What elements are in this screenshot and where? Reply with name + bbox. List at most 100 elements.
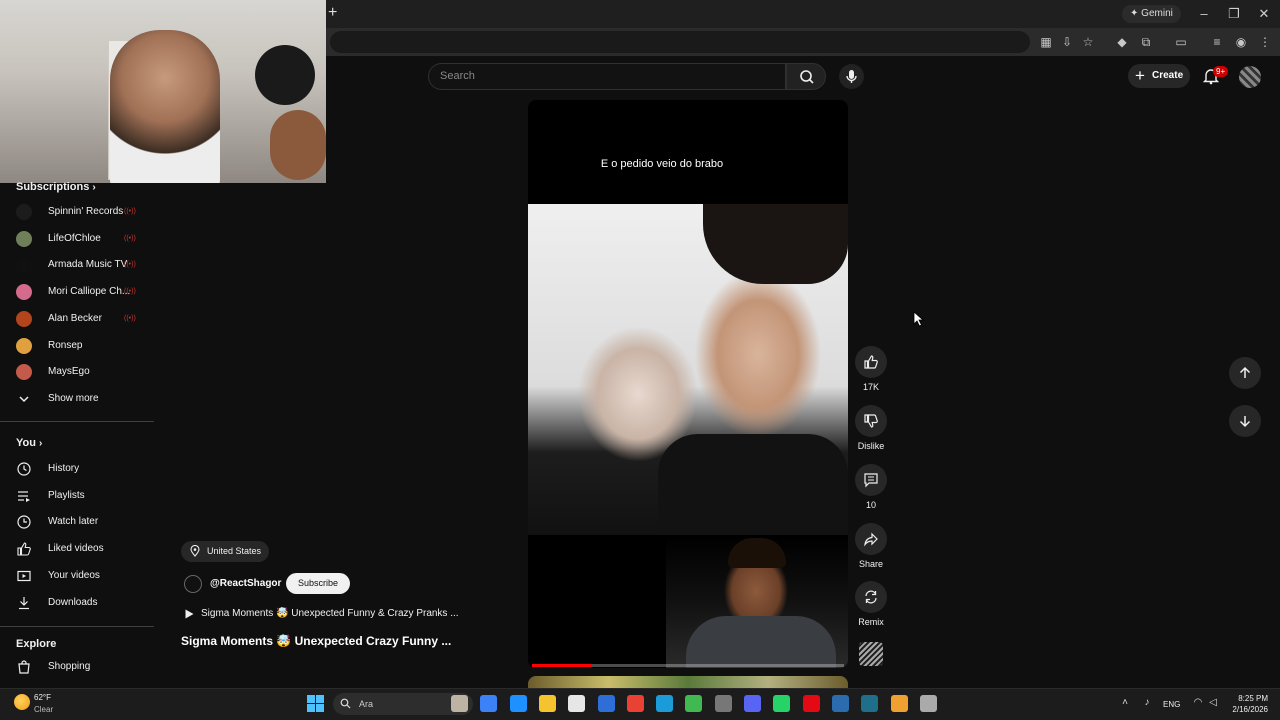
liked-videos-icon (17, 542, 31, 556)
weather-condition: Clear (34, 705, 54, 714)
sidebar-item-playlists[interactable]: Playlists (0, 484, 150, 508)
extension-icon[interactable]: ◆ (1114, 34, 1130, 50)
sidebar-item-history[interactable]: History (0, 457, 150, 481)
comment-count: 10 (865, 500, 876, 510)
taskbar-app-icon[interactable] (802, 695, 820, 712)
arrow-down-icon (1239, 416, 1251, 428)
video-progress-bar[interactable] (532, 664, 844, 667)
sidebar-item-label: Shopping (48, 661, 91, 672)
gemini-button[interactable]: ✦ Gemini (1122, 5, 1181, 23)
taskbar-app-icon[interactable] (626, 695, 644, 712)
sidebar-subscription-item[interactable]: Ronsep (0, 334, 150, 358)
address-bar[interactable] (330, 31, 1030, 53)
browser-menu-icon[interactable]: ⋮ (1257, 34, 1273, 50)
share-button[interactable]: Share (855, 523, 887, 569)
weather-icon[interactable] (14, 694, 30, 710)
taskbar-app-icon[interactable] (685, 695, 703, 712)
create-button[interactable]: + Create (1128, 64, 1190, 88)
clock-date[interactable]: 2/16/2026 (1222, 705, 1268, 714)
taskbar-app-icon[interactable] (597, 695, 615, 712)
taskbar-app-icon[interactable] (861, 695, 879, 712)
sidebar-subscription-item[interactable]: Alan Becker ((•)) (0, 307, 150, 331)
share-label: Share (858, 559, 884, 569)
maximize-button[interactable]: ❐ (1226, 6, 1242, 22)
show-more-button[interactable]: Show more (0, 387, 150, 411)
wifi-icon[interactable]: ◠ (1193, 698, 1203, 708)
clock-time[interactable]: 8:25 PM (1228, 694, 1268, 703)
like-button[interactable]: 17K (855, 346, 887, 392)
sidebar-item-label: Armada Music TV (48, 259, 128, 271)
taskbar-app-icon[interactable] (451, 695, 468, 712)
channel-avatar (16, 257, 32, 274)
install-app-icon[interactable]: ⇩ (1059, 34, 1075, 50)
sidebar-subscription-item[interactable]: Spinnin' Records ((•)) (0, 200, 150, 224)
cast-icon[interactable]: ▭ (1173, 34, 1189, 50)
taskbar-app-icon[interactable] (568, 695, 586, 712)
subscriptions-heading[interactable]: Subscriptions › (16, 181, 96, 193)
volume-icon[interactable]: ◁ (1208, 698, 1218, 708)
new-tab-button[interactable]: + (328, 5, 342, 21)
shorts-player[interactable]: E o pedido veio do brabo (528, 100, 848, 668)
sidebar-subscription-item[interactable]: Armada Music TV ((•)) (0, 253, 150, 277)
your-videos-icon (17, 570, 31, 581)
close-window-button[interactable]: ✕ (1256, 6, 1272, 22)
previous-short-button[interactable] (1229, 357, 1261, 389)
sidebar-item-shopping[interactable]: Shopping (0, 655, 150, 679)
sidebar-item-watch-later[interactable]: Watch later (0, 510, 150, 534)
sidebar-item-liked-videos[interactable]: Liked videos (0, 537, 150, 561)
extensions-puzzle-icon[interactable]: ⧉ (1138, 34, 1154, 50)
remix-button[interactable]: Remix (855, 581, 887, 627)
gemini-label: Gemini (1141, 8, 1173, 19)
taskbar-app-icon[interactable] (890, 695, 908, 712)
taskbar-app-icon[interactable] (714, 695, 732, 712)
video-progress-fill (532, 664, 592, 667)
translate-icon[interactable]: ▦ (1038, 34, 1054, 50)
taskbar-app-icon[interactable] (744, 695, 761, 712)
tray-microphone-icon[interactable]: ♪ (1142, 698, 1152, 708)
taskbar-app-icon[interactable] (480, 695, 498, 712)
channel-name[interactable]: @ReactShagor (210, 578, 281, 589)
live-indicator-icon: ((•)) (124, 261, 136, 269)
short-title[interactable]: Sigma Moments 🤯 Unexpected Crazy Funny .… (181, 634, 451, 648)
playlist-title-link[interactable]: Sigma Moments 🤯 Unexpected Funny & Crazy… (201, 608, 459, 619)
sidebar-item-downloads[interactable]: Downloads (0, 591, 150, 615)
start-button[interactable] (307, 695, 324, 712)
taskbar-app-icon[interactable] (773, 695, 791, 712)
channel-avatar (16, 337, 32, 354)
subscribe-button[interactable]: Subscribe (286, 573, 350, 594)
user-avatar[interactable] (1239, 66, 1261, 88)
sidebar-subscription-item[interactable]: LifeOfChloe ((•)) (0, 227, 150, 251)
sidebar-item-label: History (48, 463, 80, 474)
live-indicator-icon: ((•)) (124, 208, 136, 215)
remix-label: Remix (858, 617, 884, 627)
taskbar-app-icon[interactable] (509, 695, 527, 712)
search-button[interactable] (786, 63, 826, 90)
search-input[interactable]: Search (428, 63, 786, 90)
next-short-button[interactable] (1229, 405, 1261, 437)
taskbar-app-icon[interactable] (538, 695, 556, 712)
shopping-icon (18, 660, 30, 674)
taskbar-app-icon[interactable] (831, 695, 849, 712)
language-indicator[interactable]: ENG (1163, 700, 1180, 709)
taskbar-app-icon[interactable] (656, 695, 674, 712)
minimize-button[interactable]: – (1196, 6, 1212, 22)
sidebar-subscription-item[interactable]: MaysEgo (0, 360, 150, 384)
dislike-button[interactable]: Dislike (855, 405, 887, 451)
you-heading[interactable]: You › (16, 437, 42, 449)
voice-search-button[interactable] (839, 64, 864, 89)
profile-icon[interactable]: ◉ (1233, 34, 1249, 50)
tray-chevron-up-icon[interactable]: ˄ (1120, 698, 1130, 708)
sidebar-subscription-item[interactable]: Mori Calliope Ch... ((•)) (0, 280, 150, 304)
channel-avatar[interactable] (184, 575, 202, 593)
mouse-cursor-icon (913, 311, 925, 327)
sidebar-item-your-videos[interactable]: Your videos (0, 564, 150, 588)
comments-button[interactable]: 10 (855, 464, 887, 510)
taskbar-app-icon[interactable] (919, 695, 937, 712)
sound-thumbnail[interactable] (859, 642, 883, 666)
sidebar-divider (0, 421, 154, 422)
sidebar-item-label: Spinnin' Records (48, 206, 124, 217)
channel-avatar (16, 284, 32, 301)
bookmark-star-icon[interactable]: ☆ (1080, 34, 1096, 50)
downloads-icon (19, 596, 29, 609)
reading-list-icon[interactable]: ≡ (1209, 34, 1225, 50)
